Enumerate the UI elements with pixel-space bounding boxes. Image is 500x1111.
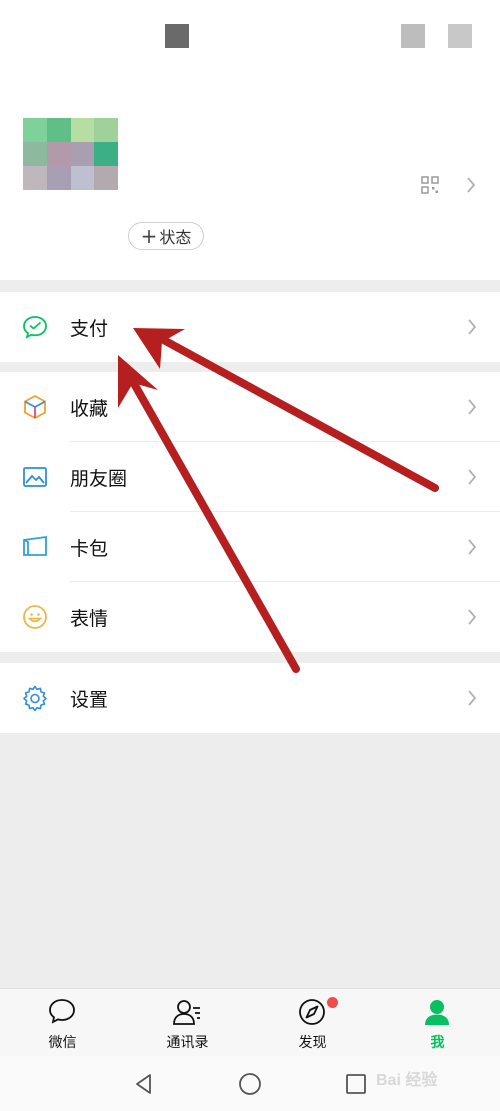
menu-label-settings: 设置 (70, 688, 109, 711)
tab-label-discover: 发现 (298, 1035, 327, 1051)
menu-label-stickers: 表情 (70, 607, 109, 630)
menu-item-cards[interactable]: 卡包 (0, 512, 500, 582)
notification-dot (327, 997, 338, 1008)
recents-icon[interactable] (343, 1071, 369, 1097)
menu-label-cards: 卡包 (70, 537, 109, 560)
person-icon (425, 1000, 449, 1025)
avatar-tile (94, 142, 118, 166)
profile-header: + 状态 (0, 0, 500, 280)
avatar-tile (70, 118, 95, 142)
smiley-icon (23, 605, 47, 629)
chevron-right-icon (468, 469, 477, 485)
chevron-right-icon (468, 690, 477, 706)
settings-section: 设置 (0, 663, 500, 733)
avatar-tile (70, 166, 95, 190)
add-status-button[interactable]: + 状态 (128, 222, 204, 250)
chevron-right-icon (468, 609, 477, 625)
menu-item-stickers[interactable]: 表情 (0, 582, 500, 652)
tab-chats[interactable]: 微信 (0, 989, 125, 1057)
chat-bubble-icon (49, 999, 75, 1024)
chevron-right-icon (468, 539, 477, 555)
menu-label-moments: 朋友圈 (70, 467, 128, 490)
avatar-tile (94, 166, 118, 190)
menu-label-favorites: 收藏 (70, 397, 109, 420)
status-bar-icon (401, 24, 425, 48)
contacts-icon (173, 1000, 200, 1025)
back-icon[interactable] (131, 1071, 157, 1097)
card-wallet-icon (23, 535, 47, 556)
home-icon[interactable] (237, 1071, 263, 1097)
bottom-tab-bar: 微信 通讯录 发现 我 (0, 988, 500, 1056)
tab-label-chats: 微信 (48, 1035, 77, 1051)
avatar-tile (23, 166, 47, 190)
tab-label-contacts: 通讯录 (166, 1035, 209, 1051)
avatar-tile (46, 118, 71, 142)
avatar[interactable] (23, 118, 118, 190)
tab-contacts[interactable]: 通讯录 (125, 989, 250, 1057)
gear-icon (23, 685, 47, 711)
avatar-tile (94, 118, 118, 142)
watermark: Bai 经验 (376, 1072, 438, 1089)
chevron-right-icon (468, 399, 477, 415)
pay-section: 支付 (0, 292, 500, 362)
status-button-label: 状态 (159, 228, 192, 247)
tab-label-me: 我 (430, 1035, 445, 1051)
avatar-tile (23, 142, 47, 166)
menu-item-favorites[interactable]: 收藏 (0, 372, 500, 442)
menu-label-pay: 支付 (70, 317, 109, 340)
chevron-right-icon[interactable] (466, 177, 476, 193)
picture-icon (23, 467, 47, 487)
tab-discover[interactable]: 发现 (250, 989, 375, 1057)
avatar-tile (46, 142, 71, 166)
plus-icon: + (140, 224, 158, 248)
wechat-pay-icon (23, 316, 47, 339)
tab-me[interactable]: 我 (375, 989, 500, 1057)
status-bar-icon (448, 24, 472, 48)
menu-item-moments[interactable]: 朋友圈 (0, 442, 500, 512)
chevron-right-icon (468, 319, 477, 335)
avatar-tile (46, 166, 71, 190)
avatar-tile (23, 118, 47, 142)
features-section: 收藏 朋友圈 卡包 表情 (0, 372, 500, 652)
menu-item-pay[interactable]: 支付 (0, 292, 500, 362)
status-bar-icon (165, 24, 189, 48)
menu-item-settings[interactable]: 设置 (0, 663, 500, 733)
avatar-tile (70, 142, 95, 166)
qr-code-icon[interactable] (421, 176, 439, 194)
cube-icon (24, 394, 46, 420)
compass-icon (299, 999, 325, 1025)
